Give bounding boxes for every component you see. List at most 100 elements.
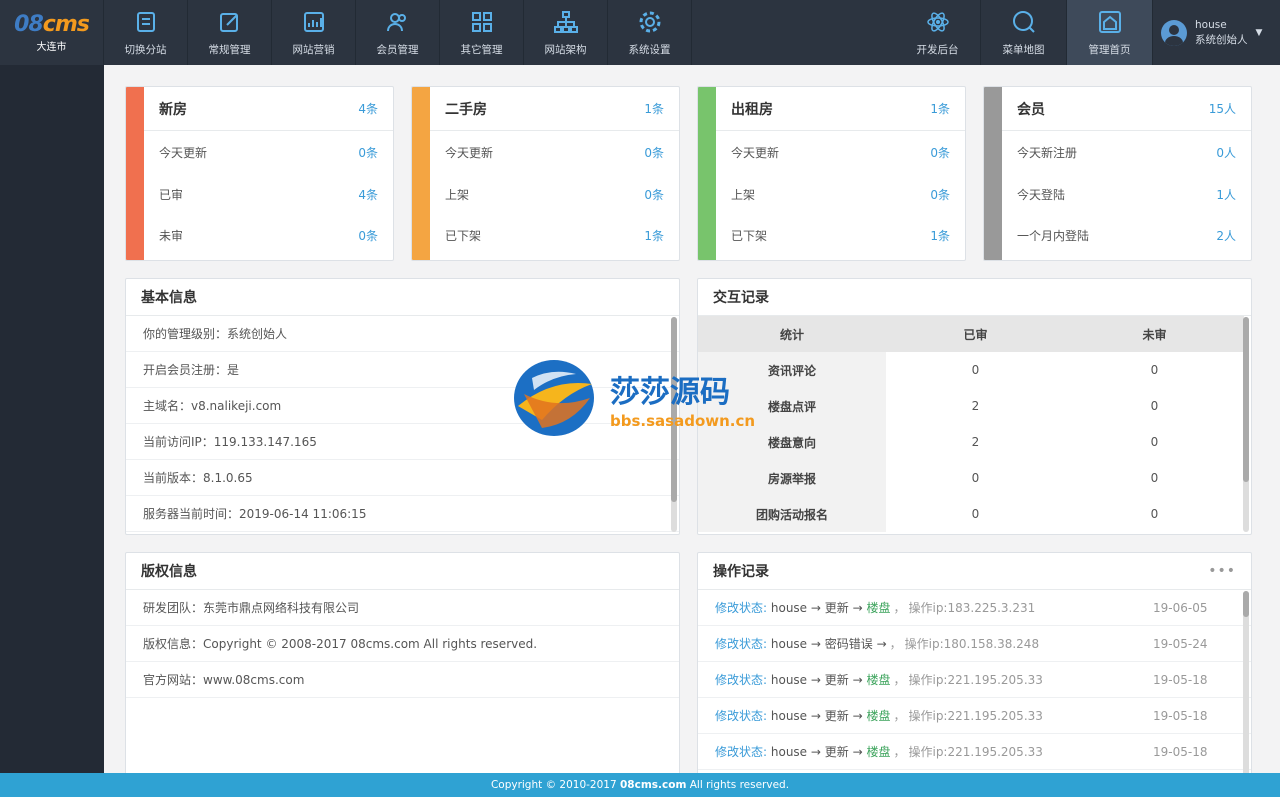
stat-total[interactable]: 4条 [358, 100, 378, 117]
nav-item-left-7[interactable]: 系统设置 [608, 0, 692, 65]
atom-icon [925, 9, 951, 42]
stat-row-value[interactable]: 0条 [644, 144, 664, 161]
basic-info-title: 基本信息 [141, 290, 197, 306]
table-cell: 资讯评论 [698, 352, 886, 388]
page-scrollbar[interactable] [1274, 65, 1280, 773]
log-action[interactable]: 修改状态: [715, 635, 767, 652]
nav-label: 网站架构 [544, 43, 587, 56]
user-menu[interactable]: house 系统创始人 ▼ [1153, 0, 1280, 65]
stat-total[interactable]: 1条 [644, 100, 664, 117]
interaction-title: 交互记录 [713, 290, 769, 306]
stat-row-value[interactable]: 1条 [930, 227, 950, 244]
nav-label: 网站营销 [292, 43, 335, 56]
basic-info-scrollbar[interactable] [671, 317, 677, 532]
copyright-row: 研发团队：东莞市鼎点网络科技有限公司 [126, 590, 679, 626]
table-header: 统计 [698, 316, 886, 352]
table-cell: 0 [1150, 471, 1159, 485]
stat-title: 出租房 [731, 101, 773, 118]
table-cell: 0 [1150, 435, 1159, 449]
nav-item-left-3[interactable]: 网站营销 [272, 0, 356, 65]
stat-row-value[interactable]: 1人 [1216, 186, 1236, 203]
stat-total[interactable]: 1条 [930, 100, 950, 117]
log-target: 楼盘 [866, 673, 891, 687]
table-cell: 0 [1150, 363, 1159, 377]
log-date: 19-05-24 [1153, 636, 1208, 651]
stat-row: 已审 4条 [144, 174, 393, 215]
log-row: 修改状态: house → 更新 → 楼盘，操作ip:221.195.205.3… [698, 734, 1251, 770]
stat-row-value[interactable]: 0人 [1216, 144, 1236, 161]
stat-row-label: 今天更新 [159, 146, 208, 160]
caret-down-icon: ▼ [1255, 27, 1263, 38]
operation-log-scrollbar[interactable] [1243, 591, 1249, 776]
log-ip: 操作ip:180.158.38.248 [904, 637, 1040, 651]
info-row: 服务器当前时间：2019-06-14 11:06:15 [126, 496, 679, 532]
stat-title: 二手房 [445, 101, 487, 118]
log-ip: 操作ip:221.195.205.33 [908, 673, 1043, 687]
main-nav: 切换分站 常规管理 网站营销 会员管理 其它管理 网站架构 系统设置 [104, 0, 692, 65]
nav-item-left-2[interactable]: 常规管理 [188, 0, 272, 65]
chart-icon [301, 9, 327, 42]
stat-row-value[interactable]: 0条 [358, 227, 378, 244]
log-op: 更新 [824, 709, 849, 723]
table-cell: 2 [971, 435, 980, 449]
log-user: house [770, 600, 808, 615]
log-action[interactable]: 修改状态: [715, 599, 767, 616]
nav-item-right-1[interactable]: 开发后台 [895, 0, 981, 65]
stat-row-value[interactable]: 4条 [358, 186, 378, 203]
more-icon[interactable]: ••• [1208, 563, 1236, 579]
edit-icon [217, 9, 243, 42]
operation-log-title: 操作记录 [713, 564, 769, 580]
nav-item-left-6[interactable]: 网站架构 [524, 0, 608, 65]
stat-card-4: 会员 15人 今天新注册 0人 今天登陆 1人 一个月内登陆 2人 [983, 86, 1252, 261]
stat-row-label: 已审 [159, 187, 184, 202]
stat-row: 今天登陆 1人 [1002, 174, 1251, 215]
log-date: 19-05-18 [1153, 744, 1208, 759]
footer-brand[interactable]: 08cms.com [620, 779, 686, 791]
table-row: 房源举报 0 0 [698, 460, 1244, 496]
nav-label: 其它管理 [460, 43, 503, 56]
stat-row-value[interactable]: 0条 [644, 186, 664, 203]
stat-row-value[interactable]: 0条 [358, 144, 378, 161]
log-target: 楼盘 [866, 709, 891, 723]
stat-row-value[interactable]: 0条 [930, 186, 950, 203]
copyright-panel: 版权信息 研发团队：东莞市鼎点网络科技有限公司 版权信息：Copyright © … [125, 552, 680, 782]
table-cell: 团购活动报名 [698, 496, 886, 532]
nav-item-left-1[interactable]: 切换分站 [104, 0, 188, 65]
table-cell: 0 [971, 471, 980, 485]
right-nav: 开发后台 菜单地图 管理首页 house 系统创始人 ▼ [895, 0, 1280, 65]
nav-label: 开发后台 [916, 43, 959, 56]
stat-row: 上架 0条 [430, 174, 679, 215]
nav-item-left-4[interactable]: 会员管理 [356, 0, 440, 65]
log-ip: 操作ip:221.195.205.33 [908, 709, 1043, 723]
log-date: 19-06-05 [1153, 600, 1208, 615]
top-bar: 08cms 大连市 切换分站 常规管理 网站营销 会员管理 其它管理 网站架构 系统设置 开… [0, 0, 1280, 65]
info-row: 当前访问IP：119.133.147.165 [126, 424, 679, 460]
log-action[interactable]: 修改状态: [715, 707, 767, 724]
log-row: 修改状态: house → 更新 → 楼盘，操作ip:183.225.3.231… [698, 590, 1251, 626]
nav-item-right-3[interactable]: 管理首页 [1067, 0, 1153, 65]
stat-row-value[interactable]: 2人 [1216, 227, 1236, 244]
stat-row-value[interactable]: 1条 [644, 227, 664, 244]
logo[interactable]: 08cms 大连市 [0, 0, 104, 65]
stat-row-label: 上架 [731, 187, 756, 202]
gear-icon [637, 9, 663, 42]
stat-row-label: 今天登陆 [1017, 187, 1066, 202]
log-action[interactable]: 修改状态: [715, 671, 767, 688]
stat-card-3: 出租房 1条 今天更新 0条 上架 0条 已下架 1条 [697, 86, 966, 261]
stat-row: 今天更新 0条 [716, 132, 965, 173]
footer: Copyright © 2010-2017 08cms.com All righ… [0, 773, 1280, 797]
nav-item-left-5[interactable]: 其它管理 [440, 0, 524, 65]
stat-row-value[interactable]: 0条 [930, 144, 950, 161]
log-action[interactable]: 修改状态: [715, 743, 767, 760]
nav-label: 菜单地图 [1002, 43, 1045, 56]
copyright-row: 官方网站：www.08cms.com [126, 662, 679, 698]
stat-total[interactable]: 15人 [1209, 100, 1236, 117]
nav-item-right-2[interactable]: 菜单地图 [981, 0, 1067, 65]
stat-color-bar [412, 87, 430, 260]
interaction-scrollbar[interactable] [1243, 317, 1249, 532]
stat-row: 今天新注册 0人 [1002, 132, 1251, 173]
stat-row: 已下架 1条 [430, 215, 679, 256]
info-row: 你的管理级别：系统创始人 [126, 316, 679, 352]
log-date: 19-05-18 [1153, 708, 1208, 723]
table-cell: 房源举报 [698, 460, 886, 496]
